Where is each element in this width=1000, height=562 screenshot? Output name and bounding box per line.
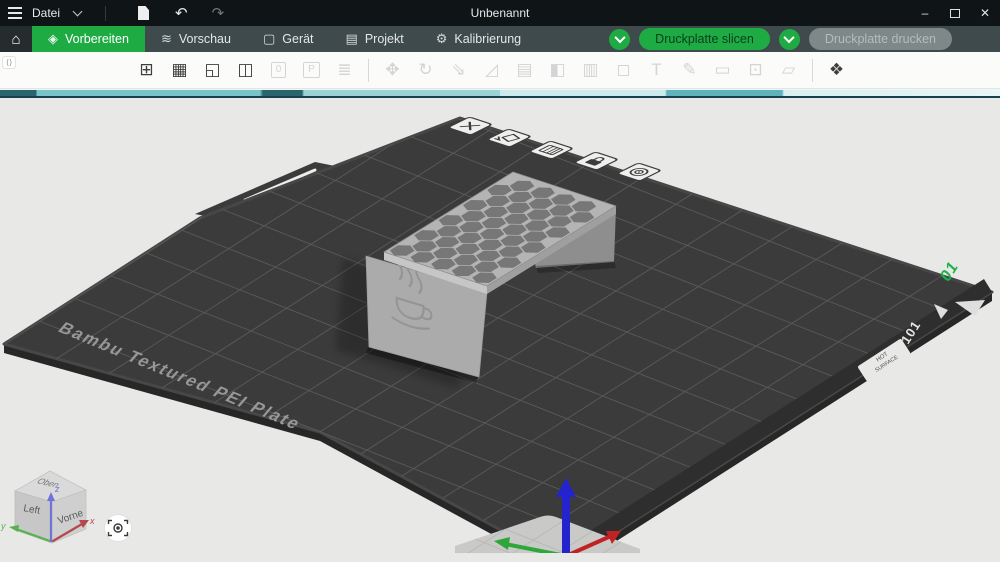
tab-bar: ⌂ ◈ Vorbereiten ≋ Vorschau ▢ Gerät ▤ Pro… bbox=[0, 26, 1000, 52]
tab-label: Projekt bbox=[364, 32, 404, 46]
split-view-icon[interactable]: ❖ bbox=[823, 57, 850, 84]
split-to-parts-icon: ▥ bbox=[582, 60, 599, 79]
add-model-icon[interactable]: ⊞ bbox=[133, 57, 160, 84]
assembly-icon: ⊡ bbox=[748, 60, 763, 79]
paint-icon: ✎ bbox=[682, 60, 697, 79]
minimize-button[interactable]: – bbox=[910, 0, 940, 26]
calibration-icon: ⚙ bbox=[435, 31, 448, 46]
toolbar-divider bbox=[812, 58, 813, 82]
slice-plate-button[interactable]: Druckplatte slicen bbox=[639, 28, 770, 50]
seam-icon: ▱ bbox=[781, 60, 796, 79]
add-text-icon: T bbox=[651, 60, 662, 79]
lay-on-face-icon: ◿ bbox=[484, 60, 499, 79]
object-toolbar: ⟨⟩ ⊞ ▦ ◱ ◫ 0 P ≣ ✥ ↻ ⇘ ◿ ▤ ◧ ▥ ◻ T ✎ ▭ ⊡ ▱ ❖ bbox=[0, 52, 1000, 89]
chevron-down-icon bbox=[783, 31, 795, 44]
split-to-plates-icon: ▤ bbox=[516, 60, 533, 79]
tab-vorbereiten[interactable]: ◈ Vorbereiten bbox=[32, 26, 145, 52]
slice-options-chevron[interactable] bbox=[609, 28, 631, 50]
window-title: Unbenannt bbox=[470, 6, 530, 20]
layer-list-icon: ≣ bbox=[337, 60, 352, 79]
chevron-down-icon bbox=[614, 31, 626, 44]
tab-projekt[interactable]: ▤ Projekt bbox=[330, 26, 420, 52]
tab-label: Vorbereiten bbox=[65, 32, 129, 46]
file-menu[interactable]: Datei bbox=[32, 6, 60, 20]
title-bar: Datei ↶ ↷ Unbenannt – ✕ bbox=[0, 0, 1000, 26]
doc-p-icon: P bbox=[298, 57, 325, 84]
divider bbox=[105, 5, 107, 21]
tab-label: Kalibrierung bbox=[454, 32, 522, 46]
view-reset-button[interactable] bbox=[104, 514, 132, 542]
hamburger-menu-icon[interactable] bbox=[0, 0, 30, 26]
svg-text:y: y bbox=[0, 521, 6, 531]
tab-kalibrierung[interactable]: ⚙ Kalibrierung bbox=[420, 26, 537, 52]
undo-button[interactable]: ↶ bbox=[163, 4, 200, 22]
split-to-objects-icon: ◧ bbox=[549, 60, 566, 79]
add-plate-icon[interactable]: ▦ bbox=[166, 57, 193, 84]
tab-vorschau[interactable]: ≋ Vorschau bbox=[145, 26, 247, 52]
project-icon: ▤ bbox=[345, 31, 358, 46]
svg-text:x: x bbox=[89, 516, 95, 526]
doc-0-icon: 0 bbox=[265, 57, 292, 84]
nav-cube[interactable]: Oben Left Vorne y x z bbox=[0, 470, 95, 544]
print-options-chevron[interactable] bbox=[778, 28, 800, 50]
rotate-icon: ↻ bbox=[418, 60, 433, 79]
toolbar-divider bbox=[368, 58, 369, 82]
move-icon: ✥ bbox=[385, 60, 400, 79]
new-project-icon[interactable] bbox=[138, 6, 150, 20]
mesh-boolean-icon: ◻ bbox=[616, 60, 631, 79]
home-button[interactable]: ⌂ bbox=[0, 26, 32, 52]
device-icon: ▢ bbox=[262, 31, 276, 46]
close-button[interactable]: ✕ bbox=[970, 0, 1000, 26]
preview-icon: ≋ bbox=[160, 31, 172, 46]
auto-orient-icon[interactable]: ◱ bbox=[199, 57, 226, 84]
build-plate[interactable]: 101 HOT SURFACE 01 Bambu Textured PEI Pl… bbox=[2, 89, 994, 553]
restore-icon bbox=[950, 8, 960, 18]
tab-label: Gerät bbox=[282, 32, 314, 46]
prepare-icon: ◈ bbox=[48, 31, 58, 46]
chevron-down-icon[interactable] bbox=[72, 6, 83, 17]
sidebar-collapse-button[interactable]: ⟨⟩ bbox=[2, 56, 17, 69]
arrange-icon[interactable]: ◫ bbox=[232, 57, 259, 84]
tab-geraet[interactable]: ▢ Gerät bbox=[247, 26, 330, 52]
viewport-3d[interactable]: 101 HOT SURFACE 01 Bambu Textured PEI Pl… bbox=[0, 89, 1000, 553]
scale-icon: ⇘ bbox=[451, 60, 466, 79]
redo-button[interactable]: ↷ bbox=[200, 4, 237, 22]
measure-icon: ▭ bbox=[714, 60, 731, 79]
svg-text:z: z bbox=[54, 484, 60, 494]
tab-label: Vorschau bbox=[178, 32, 231, 46]
print-plate-button[interactable]: Druckplatte drucken bbox=[808, 28, 952, 50]
restore-button[interactable] bbox=[940, 0, 970, 26]
